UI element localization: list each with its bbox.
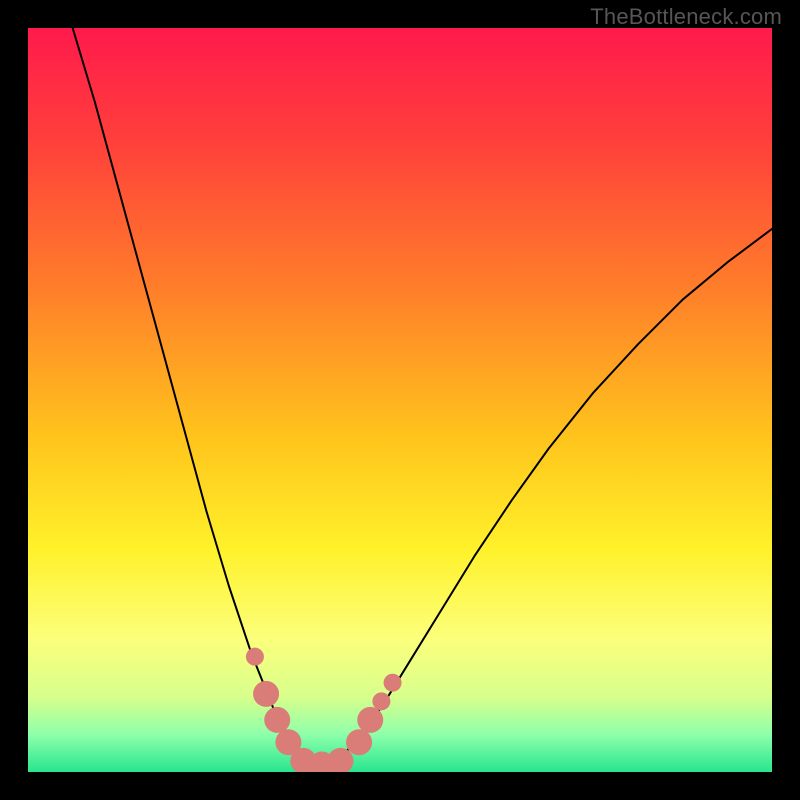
- marker-point: [346, 729, 372, 755]
- marker-point: [357, 707, 383, 733]
- plot-area: [28, 28, 772, 772]
- marker-point: [264, 707, 290, 733]
- gradient-background: [28, 28, 772, 772]
- chart-frame: TheBottleneck.com: [0, 0, 800, 800]
- chart-svg: [28, 28, 772, 772]
- marker-point: [384, 674, 402, 692]
- marker-point: [246, 648, 264, 666]
- marker-point: [372, 692, 390, 710]
- watermark-text: TheBottleneck.com: [590, 4, 782, 30]
- marker-point: [253, 681, 279, 707]
